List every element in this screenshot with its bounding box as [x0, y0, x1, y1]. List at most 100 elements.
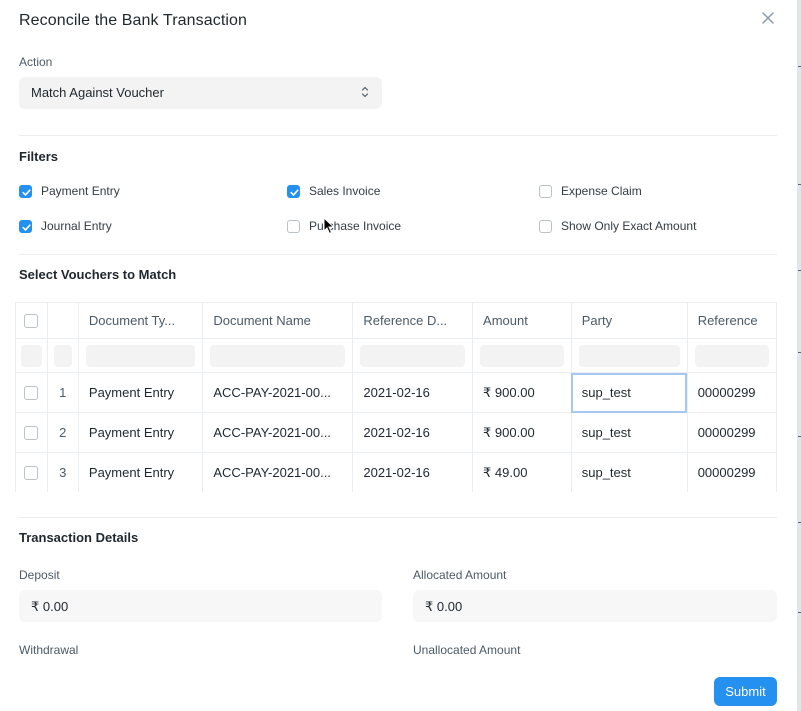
document-type-cell[interactable]: Payment Entry	[77, 412, 204, 453]
table-row[interactable]: 3 Payment Entry ACC-PAY-2021-00... 2021-…	[15, 452, 777, 492]
reference-date-cell[interactable]: 2021-02-16	[352, 412, 474, 453]
divider	[19, 517, 777, 518]
amount-cell[interactable]: ₹ 900.00	[472, 372, 572, 413]
column-header[interactable]: Reference D...	[352, 302, 474, 339]
reference-cell[interactable]: 00000299	[686, 452, 777, 492]
column-filter-input[interactable]	[578, 344, 680, 367]
filter-payment-entry[interactable]: Payment Entry	[19, 184, 120, 198]
column-filter-input[interactable]	[360, 344, 466, 367]
divider	[19, 135, 777, 136]
select-all-checkbox[interactable]	[24, 314, 39, 329]
row-index: 1	[46, 372, 79, 413]
index-header	[46, 302, 79, 339]
filter-label: Show Only Exact Amount	[561, 219, 697, 233]
column-filter-input[interactable]	[21, 344, 42, 367]
filter-label: Expense Claim	[561, 184, 642, 198]
filter-cell	[77, 338, 204, 373]
column-header[interactable]: Document Ty...	[77, 302, 204, 339]
dialog-title: Reconcile the Bank Transaction	[19, 12, 248, 29]
row-checkbox[interactable]	[24, 466, 39, 481]
reference-cell[interactable]: 00000299	[686, 412, 777, 453]
column-filter-input[interactable]	[694, 344, 769, 367]
column-header[interactable]: Party	[570, 302, 688, 339]
reconcile-dialog: Reconcile the Bank Transaction Action Ma…	[0, 0, 797, 711]
divider	[19, 254, 777, 255]
submit-button[interactable]: Submit	[714, 677, 777, 706]
row-checkbox-cell	[15, 412, 48, 453]
filter-cell	[686, 338, 777, 373]
allocated-amount-field: ₹ 0.00	[413, 590, 777, 622]
document-type-cell[interactable]: Payment Entry	[77, 452, 204, 492]
document-name-cell[interactable]: ACC-PAY-2021-00...	[202, 452, 354, 492]
party-cell[interactable]: sup_test	[570, 452, 688, 492]
allocated-amount-label: Allocated Amount	[413, 568, 507, 582]
check-icon	[290, 188, 299, 196]
filter-cell	[46, 338, 79, 373]
column-filter-input[interactable]	[85, 344, 196, 367]
filter-show-only-exact-amount[interactable]: Show Only Exact Amount	[539, 219, 696, 233]
column-filter-input[interactable]	[210, 344, 346, 367]
unallocated-amount-label: Unallocated Amount	[413, 643, 521, 657]
close-icon[interactable]	[760, 10, 776, 26]
amount-cell[interactable]: ₹ 900.00	[472, 412, 572, 453]
row-checkbox-cell	[15, 372, 48, 413]
deposit-label: Deposit	[19, 568, 60, 582]
row-checkbox-cell	[15, 452, 48, 492]
deposit-field: ₹ 0.00	[19, 590, 382, 622]
vouchers-grid: Document Ty... Document Name Reference D…	[15, 302, 777, 492]
deposit-value: ₹ 0.00	[31, 599, 69, 614]
row-index: 3	[46, 452, 79, 492]
transaction-details-heading: Transaction Details	[19, 530, 139, 545]
mouse-pointer-icon	[323, 217, 335, 235]
filter-label: Payment Entry	[41, 184, 120, 198]
background-page-edge	[797, 0, 801, 711]
reference-cell[interactable]: 00000299	[686, 372, 777, 413]
amount-cell[interactable]: ₹ 49.00	[472, 452, 572, 492]
filters-heading: Filters	[19, 149, 59, 164]
party-cell[interactable]: sup_test	[570, 372, 688, 413]
reference-date-cell[interactable]: 2021-02-16	[352, 372, 474, 413]
document-type-cell[interactable]: Payment Entry	[77, 372, 204, 413]
action-select[interactable]: Match Against Voucher	[19, 77, 382, 109]
checkbox-unchecked[interactable]	[539, 184, 552, 198]
filter-cell	[202, 338, 354, 373]
table-header-row: Document Ty... Document Name Reference D…	[15, 302, 777, 339]
column-header[interactable]: Reference	[686, 302, 777, 339]
filter-purchase-invoice[interactable]: Purchase Invoice	[287, 219, 401, 233]
allocated-amount-value: ₹ 0.00	[425, 599, 463, 614]
table-row[interactable]: 2 Payment Entry ACC-PAY-2021-00... 2021-…	[15, 412, 777, 453]
checkbox-unchecked[interactable]	[539, 219, 552, 233]
check-icon	[22, 223, 31, 231]
column-filter-row	[15, 338, 777, 373]
row-index: 2	[46, 412, 79, 453]
action-select-value: Match Against Voucher	[31, 85, 164, 100]
filter-expense-claim[interactable]: Expense Claim	[539, 184, 642, 198]
filter-cell	[570, 338, 688, 373]
filter-cell	[15, 338, 48, 373]
checkbox-checked[interactable]	[287, 184, 300, 198]
row-checkbox[interactable]	[24, 386, 39, 401]
filter-cell	[472, 338, 572, 373]
vouchers-table: Document Ty... Document Name Reference D…	[15, 302, 777, 492]
column-filter-input[interactable]	[53, 344, 72, 367]
row-checkbox[interactable]	[24, 426, 39, 441]
column-header[interactable]: Amount	[472, 302, 572, 339]
table-row[interactable]: 1 Payment Entry ACC-PAY-2021-00... 2021-…	[15, 372, 777, 413]
filter-label: Journal Entry	[41, 219, 112, 233]
reference-date-cell[interactable]: 2021-02-16	[352, 452, 474, 492]
filter-journal-entry[interactable]: Journal Entry	[19, 219, 112, 233]
vouchers-heading: Select Vouchers to Match	[19, 267, 177, 282]
party-cell[interactable]: sup_test	[570, 412, 688, 453]
action-label: Action	[19, 55, 53, 69]
select-all-cell	[15, 302, 48, 339]
checkbox-checked[interactable]	[19, 219, 32, 233]
checkbox-unchecked[interactable]	[287, 219, 300, 233]
filter-label: Sales Invoice	[309, 184, 381, 198]
filter-sales-invoice[interactable]: Sales Invoice	[287, 184, 380, 198]
checkbox-checked[interactable]	[19, 184, 32, 198]
column-filter-input[interactable]	[480, 344, 564, 367]
document-name-cell[interactable]: ACC-PAY-2021-00...	[202, 372, 354, 413]
document-name-cell[interactable]: ACC-PAY-2021-00...	[202, 412, 354, 453]
column-header[interactable]: Document Name	[202, 302, 354, 339]
filter-cell	[352, 338, 474, 373]
